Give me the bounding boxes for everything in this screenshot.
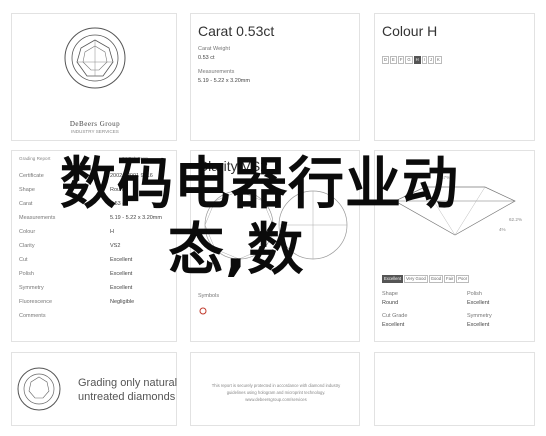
brand-subtitle: INDUSTRY SERVICES bbox=[71, 129, 119, 134]
carat-weight-value: 0.53 ct bbox=[198, 55, 215, 61]
colour-scale: D E F G H I J K bbox=[382, 56, 442, 64]
grading-row-label: Colour bbox=[19, 229, 36, 235]
grading-row-label: Measurements bbox=[19, 215, 56, 221]
tagline-panel: Grading only natural untreated diamonds bbox=[11, 352, 177, 426]
prop-polish-label: Polish bbox=[467, 291, 482, 297]
overlay-line-2: 态,数 bbox=[168, 218, 305, 283]
grading-row-label: Cut bbox=[19, 257, 28, 263]
colour-scale-f: F bbox=[397, 56, 405, 64]
colour-scale-g: G bbox=[405, 56, 413, 64]
prop-shape-value: Round bbox=[382, 300, 399, 306]
grading-heading: Grading Report bbox=[19, 156, 51, 161]
carat-weight-label: Carat Weight bbox=[198, 46, 230, 52]
overlay-line-1: 数码电器行业动 bbox=[60, 152, 459, 217]
grading-row-label: Clarity bbox=[19, 243, 35, 249]
colour-scale-d: D bbox=[382, 56, 390, 64]
symbol-pinpoint-icon bbox=[199, 307, 207, 315]
grading-row-label: Fluorescence bbox=[19, 299, 53, 305]
grading-row-label: Comments bbox=[19, 313, 46, 319]
prop-polish-value: Excellent bbox=[467, 300, 490, 306]
colour-panel: Colour H D E F G H I J K bbox=[374, 13, 535, 141]
symbols-label: Symbols bbox=[198, 293, 220, 299]
tagline-line-2: untreated diamonds bbox=[78, 391, 176, 403]
grading-row-label: Carat bbox=[19, 201, 33, 207]
grading-row-label: Shape bbox=[19, 187, 35, 193]
colour-scale-h: H bbox=[413, 56, 421, 64]
notice-panel: This report is securely protected in acc… bbox=[190, 352, 360, 426]
notice-line-1: This report is securely protected in acc… bbox=[211, 383, 341, 388]
colour-scale-e: E bbox=[390, 56, 397, 64]
measurements-value: 5.19 - 5.22 x 3.20mm bbox=[198, 78, 250, 84]
diamond-seal-small-icon bbox=[17, 367, 61, 411]
measurements-label: Measurements bbox=[198, 69, 235, 75]
carat-title: Carat 0.53ct bbox=[198, 23, 275, 39]
prop-symmetry-value: Excellent bbox=[467, 322, 490, 328]
tagline-line-1: Grading only natural bbox=[78, 377, 178, 389]
colour-title: Colour H bbox=[382, 23, 438, 39]
grading-row-value: Negligible bbox=[110, 299, 135, 305]
overlay-headline: 数码电器行业动 态,数 bbox=[60, 152, 530, 284]
grading-row-label: Polish bbox=[19, 271, 34, 277]
prop-shape-label: Shape bbox=[382, 291, 398, 297]
grading-row-value: Excellent bbox=[110, 285, 133, 291]
carat-panel: Carat 0.53ct Carat Weight 0.53 ct Measur… bbox=[190, 13, 360, 141]
prop-cut-value: Excellent bbox=[382, 322, 405, 328]
logo-panel: DeBeers Group INDUSTRY SERVICES bbox=[11, 13, 177, 141]
brand-name: DeBeers Group bbox=[69, 120, 121, 128]
grading-row-label: Certificate bbox=[19, 173, 44, 179]
notice-line-3: www.debeersgroup.com/services bbox=[245, 397, 307, 402]
diamond-seal-icon bbox=[64, 27, 126, 89]
blank-panel bbox=[374, 352, 535, 426]
notice-line-2: guidelines using hologram and microprint… bbox=[226, 390, 326, 395]
colour-scale-k: K bbox=[434, 56, 442, 64]
prop-symmetry-label: Symmetry bbox=[467, 313, 492, 319]
prop-cut-label: Cut Grade bbox=[382, 313, 408, 319]
grading-row-label: Symmetry bbox=[19, 285, 44, 291]
colour-scale-i: I bbox=[421, 56, 427, 64]
colour-scale-j: J bbox=[427, 56, 434, 64]
